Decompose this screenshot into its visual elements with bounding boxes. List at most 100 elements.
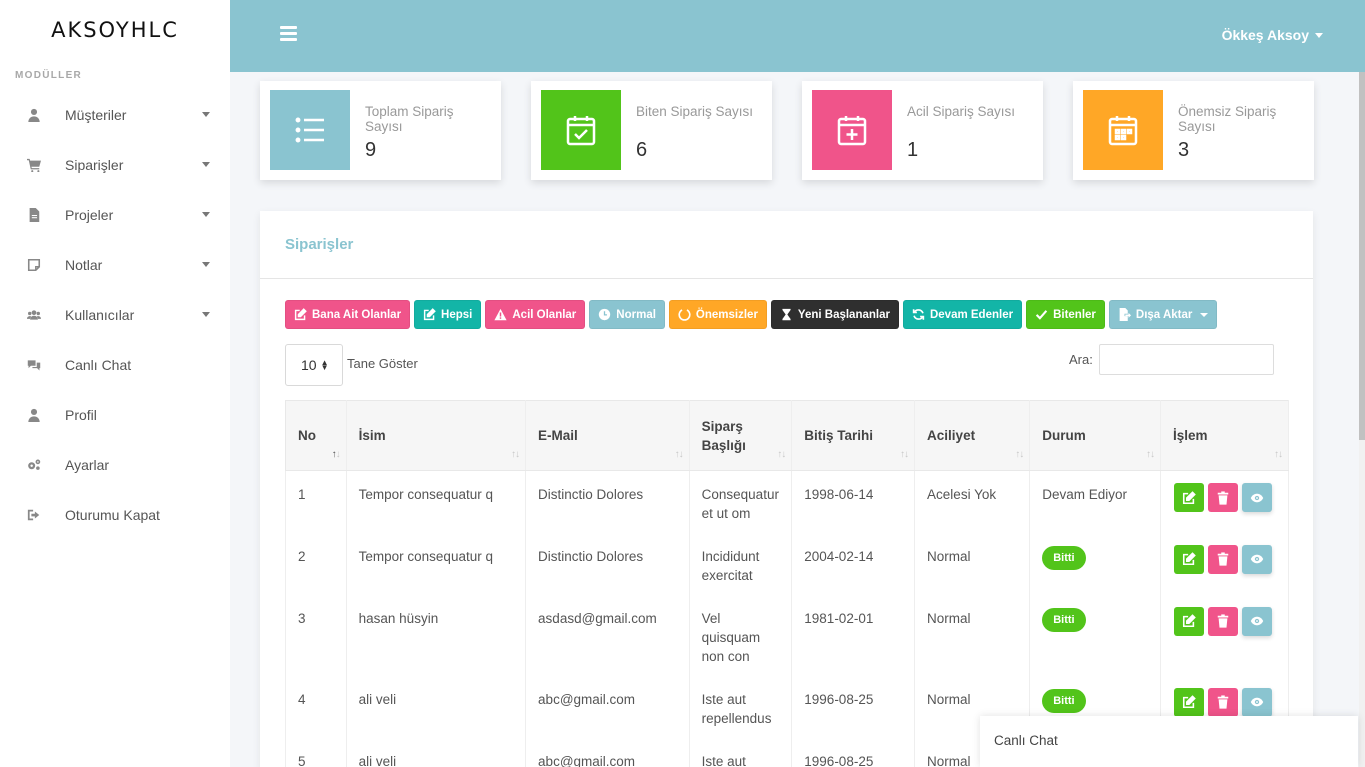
cell-status: Bitti <box>1029 532 1161 595</box>
cell-priority: Normal <box>914 532 1031 595</box>
filter-button-9[interactable]: Dışa Aktar <box>1108 300 1218 329</box>
cell-text: Acelesi Yok <box>927 487 997 502</box>
view-button[interactable] <box>1241 687 1272 717</box>
cell-text: ali veli <box>358 753 397 767</box>
cell-email: abc@gmail.com <box>525 737 690 767</box>
hourglass-icon <box>780 308 798 321</box>
edit-button[interactable] <box>1173 483 1204 512</box>
cell-text: 2004-02-14 <box>804 548 874 564</box>
sidebar-item-oturumu-kapat[interactable]: Oturumu Kapat <box>0 490 230 540</box>
brand-logo[interactable]: AKSOYHLC <box>0 0 230 60</box>
column-header[interactable]: No ↑↓ <box>285 400 347 471</box>
column-header[interactable]: Bitiş Tarihi ↑↓ <box>791 400 916 471</box>
stat-card: Toplam Sipariş Sayısı 9 <box>260 81 501 180</box>
cell-date: 1996-08-25 <box>791 737 916 767</box>
delete-button[interactable] <box>1207 687 1238 717</box>
cell-text: Vel quisquam non con <box>701 610 761 664</box>
search-input[interactable] <box>1099 344 1274 375</box>
row-actions <box>1173 606 1276 636</box>
file-icon <box>26 207 42 223</box>
sidebar-item-ayarlar[interactable]: Ayarlar <box>0 440 230 490</box>
cell-actions <box>1160 594 1290 676</box>
filter-button-8[interactable]: Bitenler <box>1026 300 1105 329</box>
sidebar-item-label: Siparişler <box>65 157 124 173</box>
live-chat-widget[interactable]: Canlı Chat <box>980 716 1358 767</box>
cell-text: 5 <box>298 753 306 767</box>
filter-button-1[interactable]: Bana Ait Olanlar <box>285 300 411 329</box>
caret-down-icon <box>1200 312 1209 317</box>
page-length-select[interactable]: 10 ▲ ▼ <box>285 344 343 386</box>
orders-table: No ↑↓ İsim ↑↓ E-Mail ↑↓ Siparş Başlığı ↑↓ Bitiş … <box>285 400 1290 767</box>
edit-button[interactable] <box>1173 687 1204 717</box>
sidebar-item-profil[interactable]: Profil <box>0 390 230 440</box>
view-button[interactable] <box>1241 606 1272 636</box>
sort-icon: ↑↓ <box>1274 449 1283 460</box>
delete-button[interactable] <box>1207 606 1238 636</box>
sidebar-item-notlar[interactable]: Notlar <box>0 240 230 290</box>
delete-button[interactable] <box>1207 544 1238 574</box>
view-button[interactable] <box>1241 544 1272 574</box>
filter-button-5[interactable]: Önemsizler <box>668 300 767 329</box>
stat-label: Biten Sipariş Sayısı <box>636 104 754 119</box>
filter-button-3[interactable]: Acil Olanlar <box>485 300 586 329</box>
delete-button[interactable] <box>1207 483 1238 512</box>
column-header[interactable]: Aciliyet ↑↓ <box>914 400 1031 471</box>
column-header-label: Durum <box>1042 428 1086 443</box>
view-button[interactable] <box>1241 483 1272 512</box>
sidebar-item-canlı-chat[interactable]: Canlı Chat <box>0 340 230 390</box>
user-name: Ökkeş Aksoy <box>1221 27 1309 43</box>
sidebar-item-projeler[interactable]: Projeler <box>0 190 230 240</box>
cell-text: 1996-08-25 <box>804 753 874 767</box>
filter-button-6[interactable]: Yeni Başlananlar <box>770 300 899 329</box>
edit-button[interactable] <box>1173 606 1204 636</box>
filter-button-4[interactable]: Normal <box>589 300 665 329</box>
edit-icon <box>294 308 312 321</box>
warning-icon <box>494 308 512 321</box>
user-menu[interactable]: Ökkeş Aksoy <box>1222 27 1323 43</box>
column-header[interactable]: E-Mail ↑↓ <box>525 400 690 471</box>
page-scrollbar[interactable] <box>1359 72 1365 767</box>
edit-button[interactable] <box>1173 544 1204 574</box>
sign-out-icon <box>26 507 42 523</box>
filter-button-label: Hepsi <box>441 308 473 321</box>
cell-name: hasan hüsyin <box>346 594 527 676</box>
edit-icon <box>1182 490 1196 505</box>
stat-value: 6 <box>636 139 648 161</box>
trash-icon <box>1216 490 1230 505</box>
column-header-label: E-Mail <box>538 428 578 443</box>
column-header[interactable]: İşlem ↑↓ <box>1160 400 1290 471</box>
search-label: Ara: <box>1069 352 1093 367</box>
topbar: Ökkeş Aksoy <box>230 0 1365 72</box>
caret-down-icon <box>202 162 210 167</box>
sidebar-item-müşteriler[interactable]: Müşteriler <box>0 90 230 140</box>
filter-button-7[interactable]: Devam Edenler <box>902 300 1023 329</box>
filter-button-label: Yeni Başlananlar <box>797 308 890 321</box>
column-header[interactable]: Siparş Başlığı ↑↓ <box>689 400 793 471</box>
sidebar-nav: Müşteriler Siparişler Projeler Notlar Kullan… <box>0 90 230 540</box>
cell-text: 1981-02-01 <box>804 610 874 626</box>
sidebar-item-label: Profil <box>65 407 97 423</box>
trash-icon <box>1216 695 1230 709</box>
column-header[interactable]: Durum ↑↓ <box>1029 400 1161 471</box>
list-icon <box>270 90 350 170</box>
filter-button-label: Normal <box>616 308 656 321</box>
user-icon <box>26 107 42 123</box>
column-header[interactable]: İsim ↑↓ <box>346 400 527 471</box>
scrollbar-thumb[interactable] <box>1359 72 1365 440</box>
sort-icon: ↑↓ <box>674 449 684 460</box>
sidebar-item-label: Kullanıcılar <box>65 307 135 323</box>
cell-text: Normal <box>927 753 971 767</box>
filter-button-label: Önemsizler <box>695 308 758 321</box>
cell-text: hasan hüsyin <box>358 610 439 626</box>
filter-button-2[interactable]: Hepsi <box>414 300 482 329</box>
row-actions <box>1173 544 1276 574</box>
sidebar-item-kullanıcılar[interactable]: Kullanıcılar <box>0 290 230 340</box>
stat-card: Acil Sipariş Sayısı 1 <box>802 81 1043 180</box>
sidebar-item-siparişler[interactable]: Siparişler <box>0 140 230 190</box>
row-actions <box>1173 483 1276 512</box>
cell-title: Iste aut <box>689 737 793 767</box>
filter-buttons: Bana Ait Olanlar Hepsi Acil Olanlar Normal Ö… <box>285 300 1221 329</box>
filter-button-label: Devam Edenler <box>929 308 1014 321</box>
export-icon <box>1118 308 1136 321</box>
menu-toggle-icon[interactable] <box>280 26 297 41</box>
